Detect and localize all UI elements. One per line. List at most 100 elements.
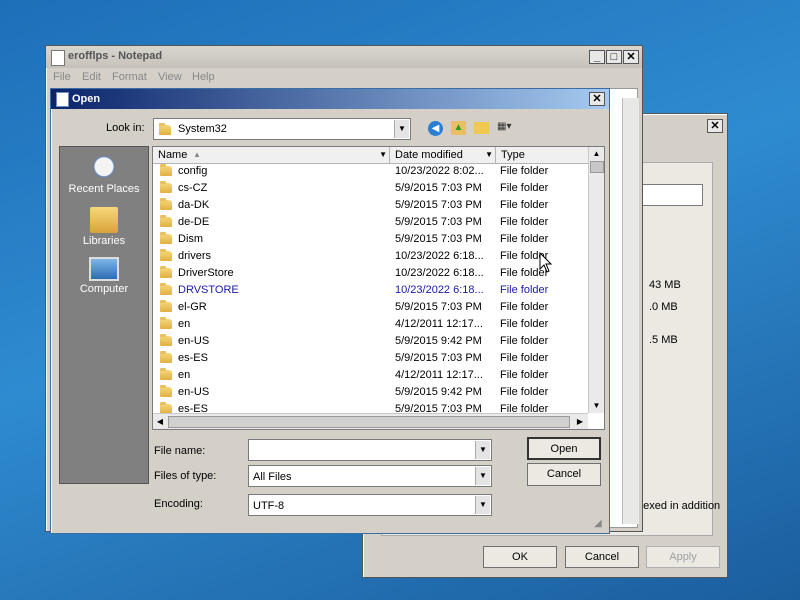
scroll-thumb[interactable] <box>590 161 604 173</box>
recent-places-label: Recent Places <box>68 183 140 195</box>
folder-icon <box>160 198 172 210</box>
notepad-vscroll[interactable] <box>622 98 639 524</box>
resize-grip-icon[interactable]: ◢ <box>594 518 602 529</box>
folder-icon <box>160 215 172 227</box>
scroll-right-button[interactable]: ▶ <box>573 414 587 429</box>
table-row[interactable]: drivers 10/23/2022 6:18... File folder <box>153 248 588 265</box>
notepad-titlebar: erofflps - Notepad _ □ ✕ <box>46 46 642 68</box>
row-date: 5/9/2015 7:03 PM <box>395 301 482 313</box>
row-date: 10/23/2022 8:02... <box>395 165 484 177</box>
chevron-down-icon[interactable]: ▼ <box>475 467 490 485</box>
chevron-down-icon[interactable]: ▼ <box>394 120 409 138</box>
row-type: File folder <box>500 284 549 296</box>
folder-icon <box>160 232 172 244</box>
column-name-dropdown[interactable]: ▼ <box>379 147 387 163</box>
ok-button[interactable]: OK <box>483 546 557 568</box>
folder-icon <box>160 368 172 380</box>
libraries-item[interactable]: Libraries <box>60 207 148 247</box>
properties-close-button[interactable]: ✕ <box>707 119 723 133</box>
encoding-select[interactable]: UTF-8 ▼ <box>248 494 492 516</box>
row-name: Dism <box>178 233 204 245</box>
row-date: 5/9/2015 9:42 PM <box>395 335 482 347</box>
column-name[interactable]: Name ▲ ▼ <box>153 147 390 163</box>
new-folder-icon[interactable] <box>474 122 489 134</box>
row-date: 5/9/2015 7:03 PM <box>395 199 482 211</box>
menu-view[interactable]: View <box>158 71 182 83</box>
chevron-down-icon[interactable]: ▼ <box>475 441 490 459</box>
table-row[interactable]: DriverStore 10/23/2022 6:18... File folder <box>153 265 588 282</box>
table-row[interactable]: da-DK 5/9/2015 7:03 PM File folder <box>153 197 588 214</box>
computer-item[interactable]: Computer <box>60 257 148 295</box>
look-in-value: System32 <box>178 123 227 135</box>
row-date: 10/23/2022 6:18... <box>395 267 484 279</box>
folder-icon <box>160 334 172 346</box>
open-button[interactable]: Open <box>527 437 601 460</box>
row-date: 4/12/2011 12:17... <box>395 369 483 381</box>
table-row[interactable]: es-ES 5/9/2015 7:03 PM File folder <box>153 350 588 367</box>
cancel-button[interactable]: Cancel <box>527 463 601 486</box>
scroll-up-button[interactable]: ▲ <box>589 147 604 161</box>
back-icon[interactable]: ◀ <box>428 121 443 136</box>
menu-edit[interactable]: Edit <box>82 71 101 83</box>
view-menu-icon[interactable]: ▦▾ <box>497 121 519 135</box>
table-row[interactable]: en-US 5/9/2015 9:42 PM File folder <box>153 384 588 401</box>
table-row[interactable]: el-GR 5/9/2015 7:03 PM File folder <box>153 299 588 316</box>
table-row[interactable]: en 4/12/2011 12:17... File folder <box>153 316 588 333</box>
folder-icon <box>160 249 172 261</box>
file-rows: config 10/23/2022 8:02... File folder cs-C… <box>153 163 588 413</box>
mouse-cursor-icon <box>539 252 553 273</box>
notepad-menubar: File Edit Format View Help <box>46 69 642 87</box>
row-name: config <box>178 165 208 177</box>
apply-button[interactable]: Apply <box>646 546 720 568</box>
folder-icon <box>160 283 172 295</box>
chevron-down-icon[interactable]: ▼ <box>475 496 490 514</box>
row-type: File folder <box>500 318 549 330</box>
column-type[interactable]: Type <box>496 147 588 163</box>
table-row[interactable]: en 4/12/2011 12:17... File folder <box>153 367 588 384</box>
row-type: File folder <box>500 403 549 413</box>
size-fragment-1: 43 MB <box>649 279 681 291</box>
column-date-modified[interactable]: Date modified ▼ <box>390 147 496 163</box>
table-row[interactable]: de-DE 5/9/2015 7:03 PM File folder <box>153 214 588 231</box>
row-name: es-ES <box>178 352 208 364</box>
scroll-down-button[interactable]: ▼ <box>589 399 604 413</box>
row-name: en <box>178 369 191 381</box>
open-dialog-close-button[interactable]: ✕ <box>589 92 605 106</box>
notepad-close-button[interactable]: ✕ <box>623 50 639 64</box>
column-date-dropdown[interactable]: ▼ <box>485 147 493 163</box>
look-in-dropdown[interactable]: System32 ▼ <box>153 118 411 140</box>
files-of-type-select[interactable]: All Files ▼ <box>248 465 492 487</box>
menu-file[interactable]: File <box>53 71 71 83</box>
files-of-type-label: Files of type: <box>154 470 217 482</box>
notepad-app-icon <box>51 50 65 66</box>
file-list[interactable]: Name ▲ ▼ Date modified ▼ Type config 10/2… <box>152 146 605 430</box>
notepad-minimize-button[interactable]: _ <box>589 50 605 64</box>
folder-icon <box>159 123 171 135</box>
menu-format[interactable]: Format <box>112 71 147 83</box>
scroll-left-button[interactable]: ◀ <box>153 414 167 429</box>
row-type: File folder <box>500 182 549 194</box>
h-scroll-thumb[interactable] <box>168 416 570 428</box>
table-row[interactable]: config 10/23/2022 8:02... File folder <box>153 163 588 180</box>
table-row[interactable]: es-ES 5/9/2015 7:03 PM File folder <box>153 401 588 413</box>
row-name: en-US <box>178 386 210 398</box>
file-list-vscroll[interactable]: ▲ ▼ <box>588 147 604 413</box>
back-cancel-button[interactable]: Cancel <box>565 546 639 568</box>
table-row[interactable]: DRVSTORE 10/23/2022 6:18... File folder <box>153 282 588 299</box>
row-name: DRVSTORE <box>178 284 239 296</box>
file-list-hscroll[interactable]: ◀ ▶ <box>153 413 588 429</box>
notepad-maximize-button[interactable]: □ <box>606 50 622 64</box>
row-date: 5/9/2015 9:42 PM <box>395 386 482 398</box>
properties-text-field[interactable] <box>639 184 703 206</box>
recent-places-icon <box>90 155 118 181</box>
file-name-input[interactable]: ▼ <box>248 439 492 461</box>
row-type: File folder <box>500 301 549 313</box>
table-row[interactable]: en-US 5/9/2015 9:42 PM File folder <box>153 333 588 350</box>
encoding-value: UTF-8 <box>253 500 285 512</box>
table-row[interactable]: Dism 5/9/2015 7:03 PM File folder <box>153 231 588 248</box>
up-folder-icon[interactable]: ▲ <box>451 121 466 135</box>
table-row[interactable]: cs-CZ 5/9/2015 7:03 PM File folder <box>153 180 588 197</box>
row-name: es-ES <box>178 403 208 413</box>
recent-places-item[interactable]: Recent Places <box>60 155 148 195</box>
menu-help[interactable]: Help <box>192 71 215 83</box>
